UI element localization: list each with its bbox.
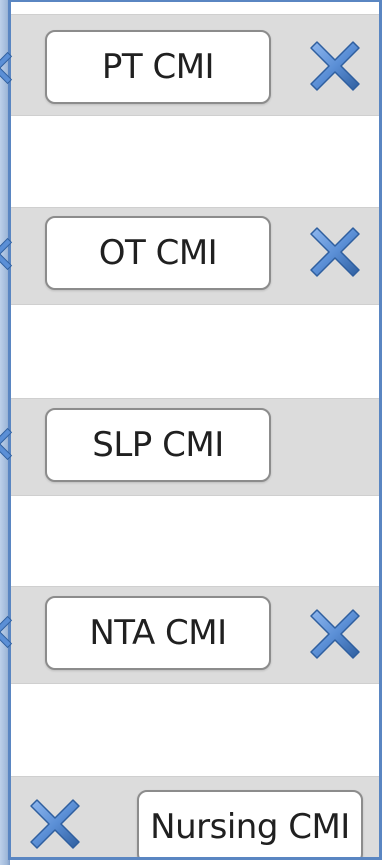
nta-cmi-button[interactable]: NTA CMI [45, 596, 271, 670]
remove-ot-icon[interactable] [307, 224, 363, 280]
slp-cmi-button[interactable]: SLP CMI [45, 408, 271, 482]
remove-pt-icon[interactable] [307, 38, 363, 94]
ot-cmi-button[interactable]: OT CMI [45, 216, 271, 290]
cmi-selection-frame: PT CMI OT CMI SLP CMI NTA CMI Nursing CM… [8, 0, 382, 860]
nursing-cmi-button[interactable]: Nursing CMI [137, 790, 363, 857]
pt-cmi-button[interactable]: PT CMI [45, 30, 271, 104]
remove-nursing-icon[interactable] [27, 796, 83, 852]
remove-nta-icon[interactable] [307, 606, 363, 662]
